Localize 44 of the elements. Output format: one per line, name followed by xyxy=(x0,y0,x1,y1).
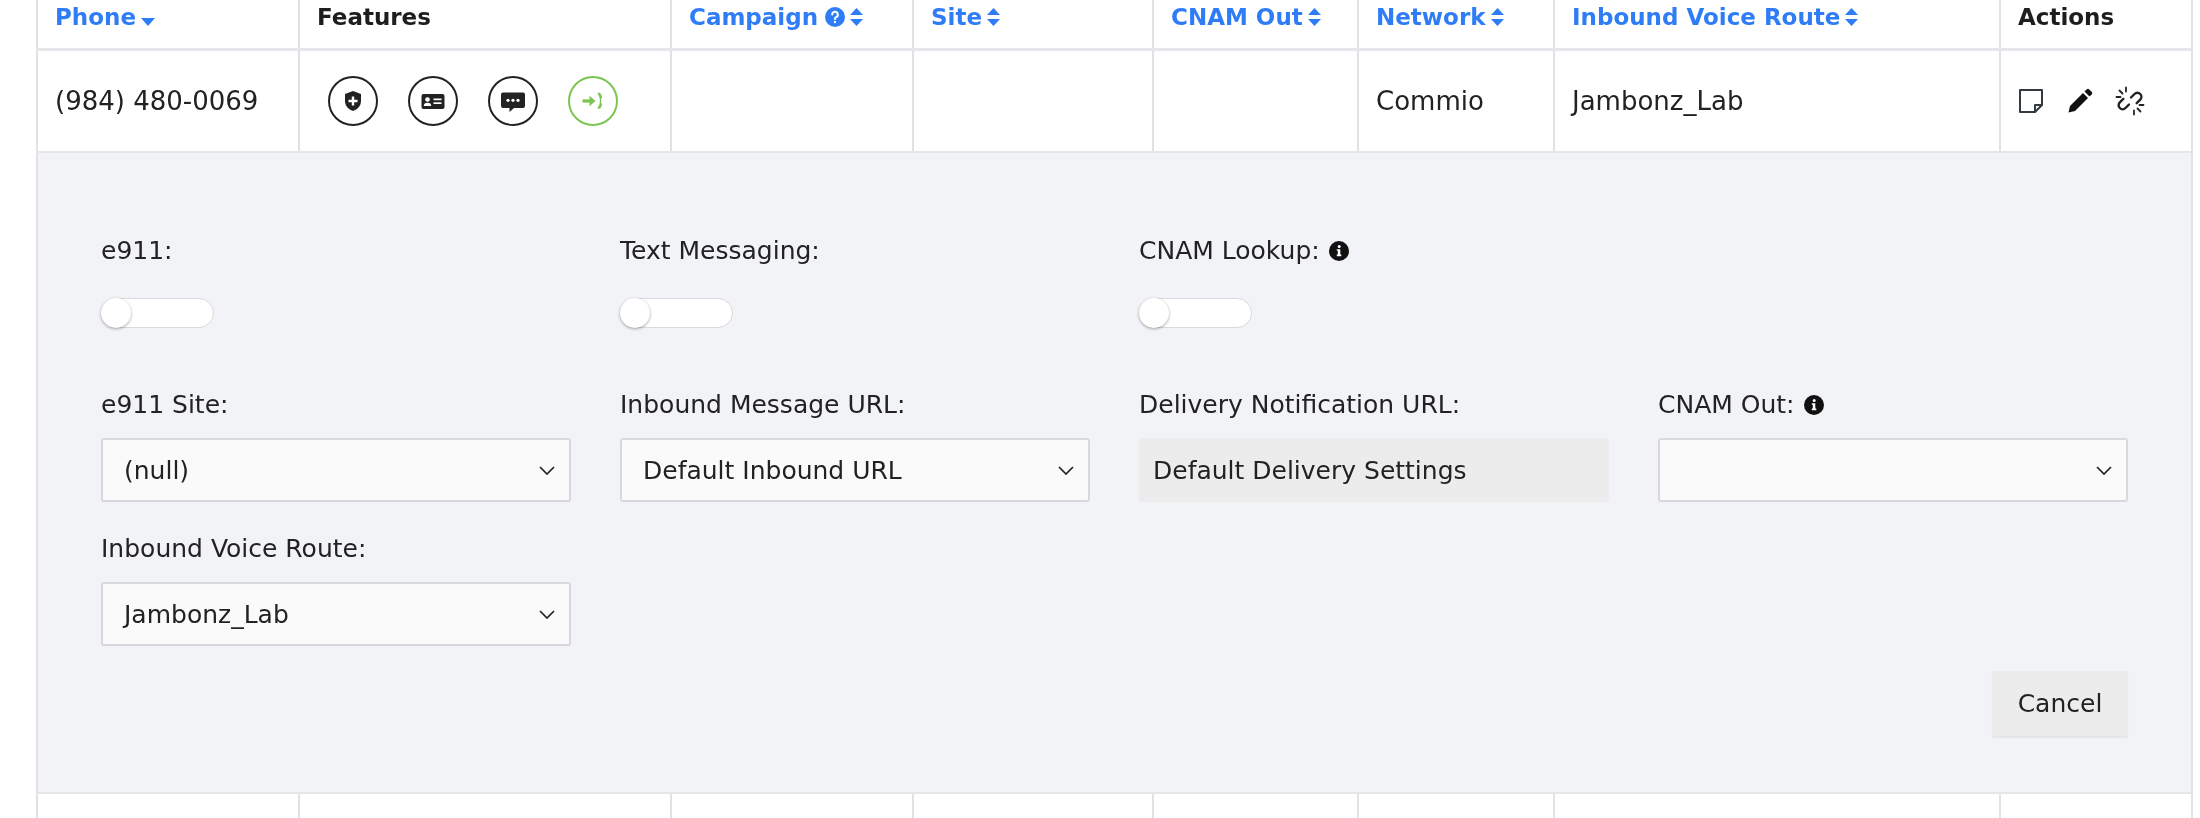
field-label: Inbound Message URL: xyxy=(620,390,906,420)
sort-icon[interactable] xyxy=(987,7,1001,27)
field-label: e911 Site: xyxy=(101,390,229,420)
column-header: Actions xyxy=(2018,3,2115,32)
chevron-icon xyxy=(1058,465,1074,475)
network-name: Commio xyxy=(1376,86,1484,116)
sort-desc-icon[interactable] xyxy=(141,17,155,26)
toggle-switch[interactable] xyxy=(620,298,733,328)
sort-icon[interactable] xyxy=(850,7,864,27)
info-icon[interactable] xyxy=(1328,241,1349,261)
column-header[interactable]: Phone xyxy=(55,2,136,32)
toggle-switch[interactable] xyxy=(1139,298,1252,328)
info-icon[interactable] xyxy=(1803,395,1824,415)
sort-icon[interactable] xyxy=(1307,7,1321,27)
field-label: Delivery Notification URL: xyxy=(1139,390,1461,420)
field-label: Inbound Voice Route: xyxy=(101,534,367,564)
field-label: e911: xyxy=(101,236,173,266)
note-icon[interactable] xyxy=(2017,87,2045,115)
select-field[interactable]: (null) xyxy=(101,438,571,502)
toggle-switch[interactable] xyxy=(101,298,214,328)
column-header[interactable]: CNAM Out xyxy=(1171,2,1303,32)
phone-number: (984) 480-0069 xyxy=(55,86,259,116)
column-header[interactable]: Site xyxy=(931,2,983,32)
pencil-icon[interactable] xyxy=(2066,87,2094,115)
column-header: Features xyxy=(317,3,431,32)
sort-icon[interactable] xyxy=(1490,7,1504,27)
readonly-field: Default Delivery Settings xyxy=(1139,438,1609,502)
help-icon[interactable] xyxy=(825,7,846,27)
chevron-icon xyxy=(539,465,555,475)
column-header[interactable]: Inbound Voice Route xyxy=(1572,2,1841,32)
column-header[interactable]: Network xyxy=(1376,2,1486,32)
sort-icon[interactable] xyxy=(1845,7,1859,27)
route-name: Jambonz_Lab xyxy=(1572,86,1744,116)
select-field[interactable]: Default Inbound URL xyxy=(620,438,1090,502)
cancel-button[interactable]: Cancel xyxy=(1992,671,2128,736)
field-label: CNAM Lookup: xyxy=(1139,236,1320,266)
column-header[interactable]: Campaign xyxy=(689,2,819,32)
chevron-icon xyxy=(539,609,555,619)
field-label: CNAM Out: xyxy=(1658,390,1795,420)
chevron-icon xyxy=(2096,465,2112,475)
select-field[interactable] xyxy=(1658,438,2128,502)
broken-link-icon[interactable] xyxy=(2115,86,2145,116)
select-field[interactable]: Jambonz_Lab xyxy=(101,582,571,646)
field-label: Text Messaging: xyxy=(620,236,820,266)
